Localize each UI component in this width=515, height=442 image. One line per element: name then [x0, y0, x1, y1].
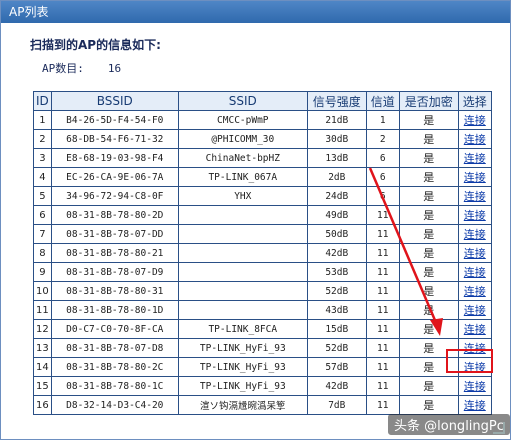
- annotation-arrow: [368, 167, 443, 336]
- annotation-highlight-box: [446, 349, 493, 373]
- watermark: 头条 @longlingPc: [388, 414, 510, 435]
- resize-handle-icon[interactable]: [493, 422, 505, 434]
